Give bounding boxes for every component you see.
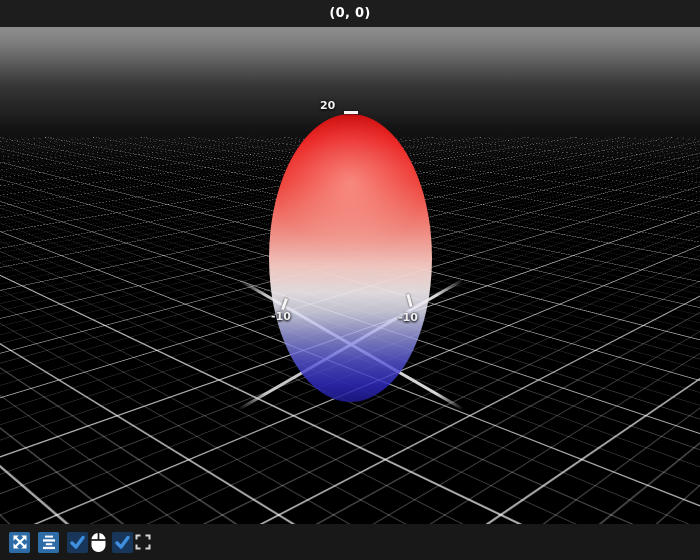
viewport-title: (0, 0) [329,6,371,21]
checkmark-icon [69,534,86,551]
fullscreen-checkbox[interactable] [112,531,133,553]
expand-arrows-button[interactable] [9,531,30,553]
fullscreen-button[interactable] [135,534,151,550]
mouse-icon [90,532,107,553]
ellipsoid-glyph [269,114,432,402]
bottom-toolbar [0,524,700,560]
z-axis-tick [344,111,358,114]
viewer-window: (0, 0) 20 -10 -10 [0,0,700,560]
mouse-controls-checkbox[interactable] [67,531,88,553]
x-axis-min-label: -10 [271,310,291,323]
align-center-icon [40,533,58,551]
fullscreen-icon [135,534,151,550]
viewport-title-bar: (0, 0) [0,0,700,27]
y-axis-min-label: -10 [398,311,418,324]
align-center-button[interactable] [38,531,59,553]
viewport-3d[interactable]: 20 -10 -10 [0,27,700,524]
z-axis-max-label: 20 [320,99,336,112]
arrows-expand-icon [11,533,29,551]
checkmark-icon [114,534,131,551]
